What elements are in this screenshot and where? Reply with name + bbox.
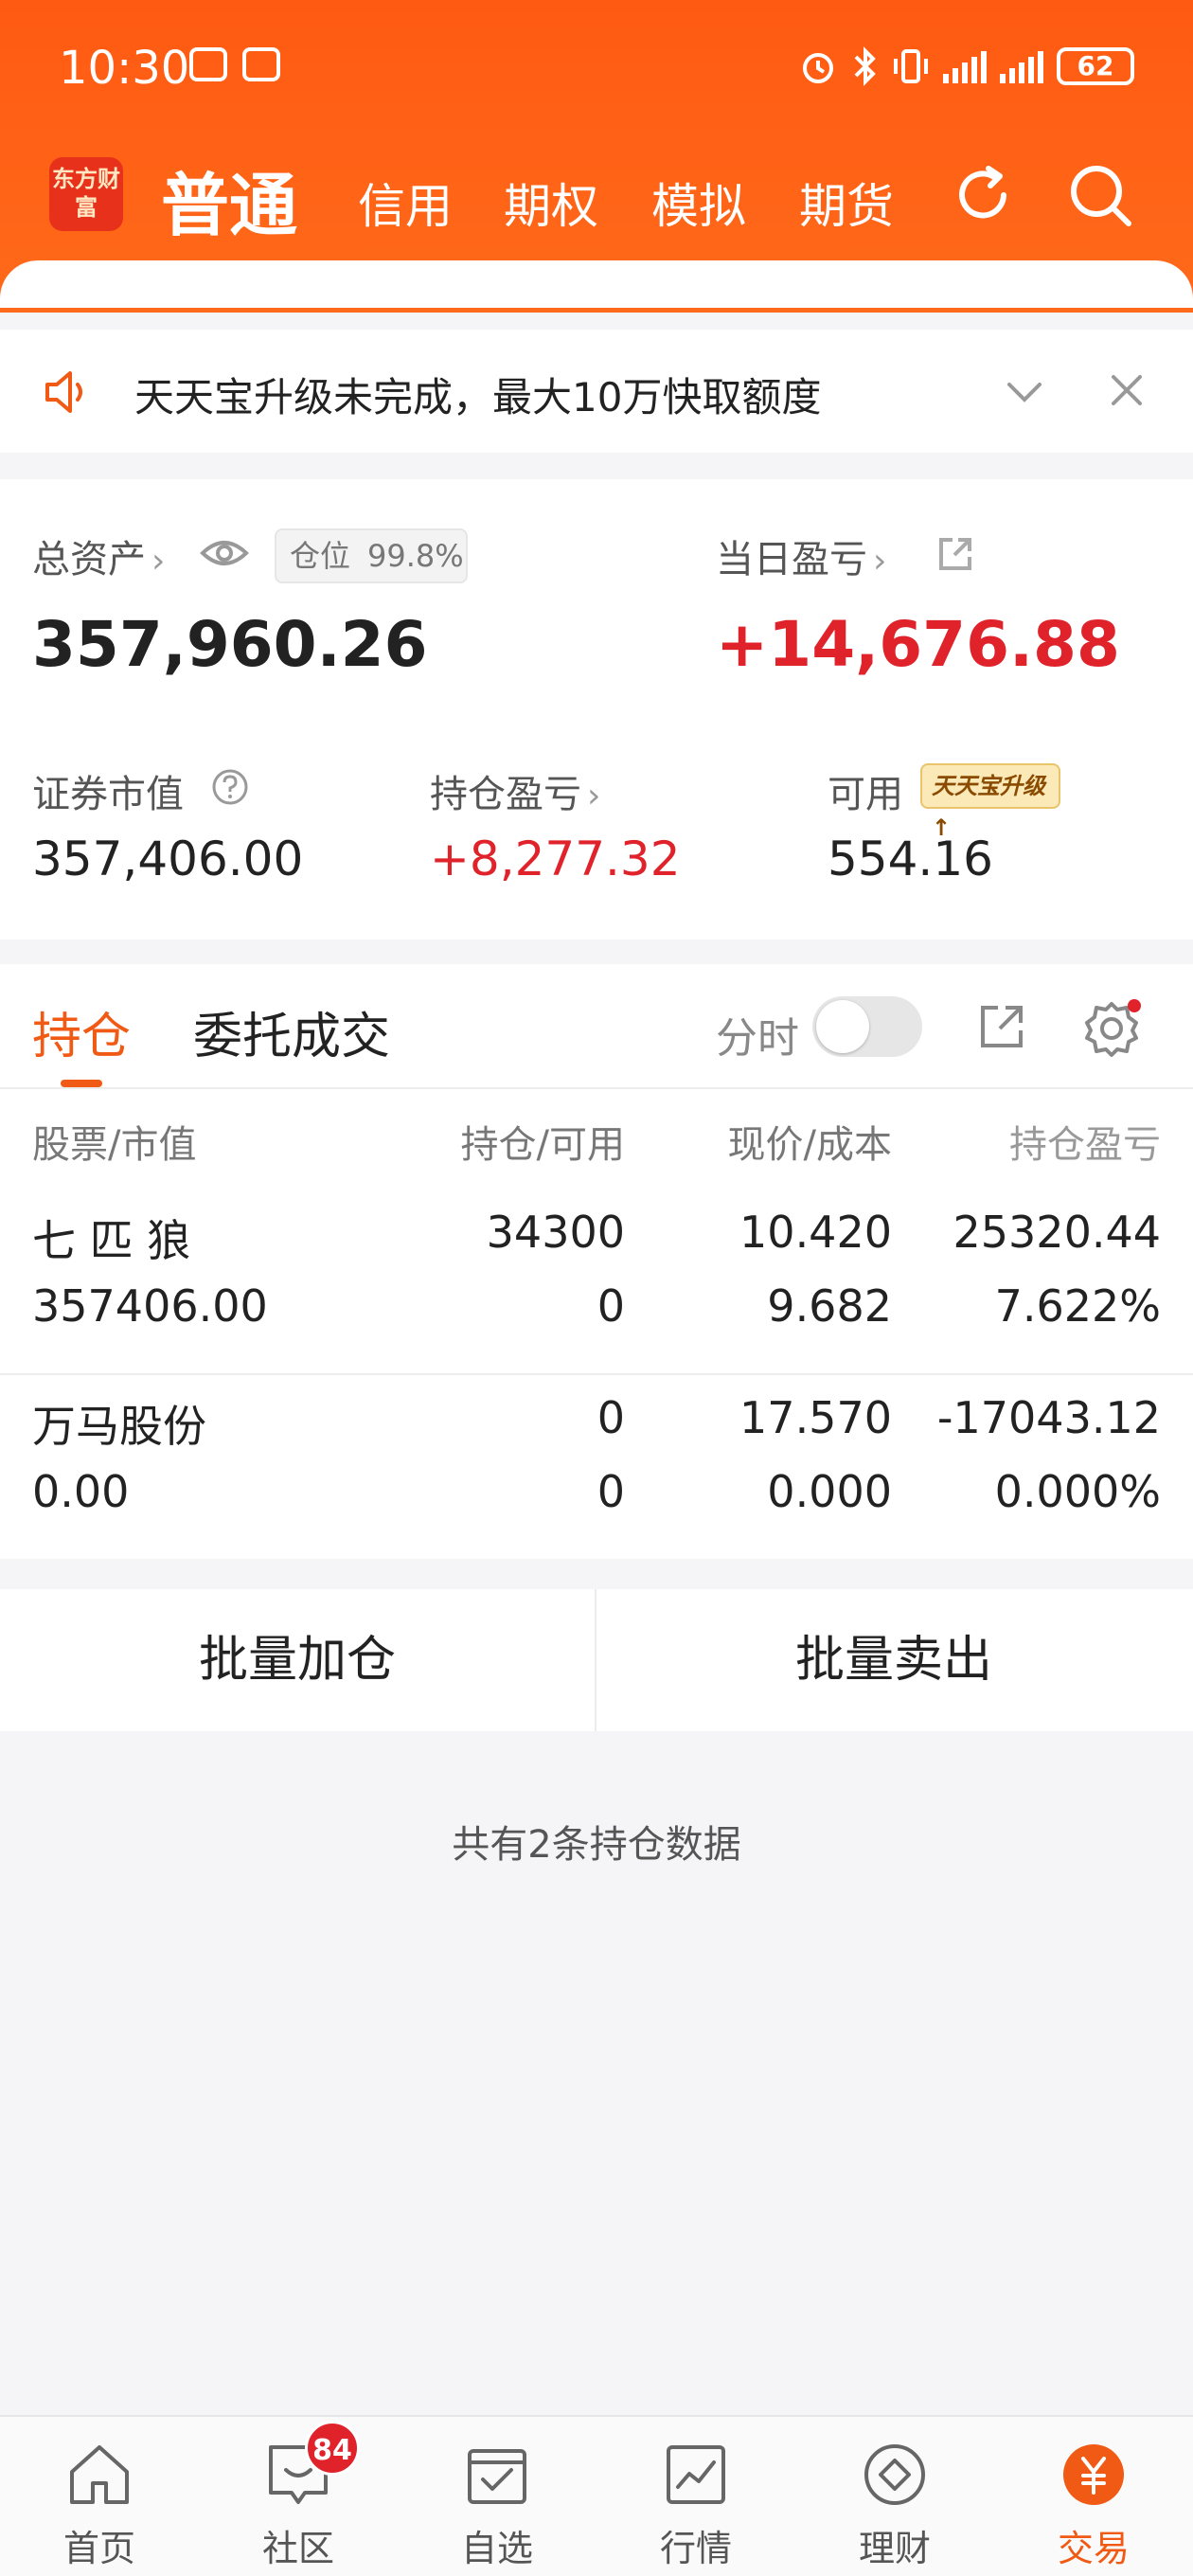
stock-cost: 0.000	[767, 1466, 892, 1517]
tab-watchlist[interactable]: 自选	[398, 2417, 596, 2576]
status-right-icons: 62	[797, 45, 1134, 87]
header-pl: 持仓盈亏	[1009, 1123, 1161, 1167]
total-assets-label[interactable]: 总资产 ›	[32, 528, 165, 583]
batch-sell-button[interactable]: 批量卖出	[596, 1589, 1191, 1731]
stock-pl: -17043.12	[936, 1392, 1161, 1443]
table-row[interactable]: 万马股份 0.00 0 0 17.570 0.000 -17043.12 0.0…	[0, 1373, 1193, 1559]
tab-indicator	[61, 1080, 102, 1087]
tab-wealth[interactable]: 理财	[795, 2417, 994, 2576]
holdings-count: 共有2条持仓数据	[452, 1823, 741, 1867]
checklist-icon	[468, 2449, 526, 2504]
available-value: 554.16	[828, 832, 993, 886]
close-icon[interactable]	[1104, 367, 1149, 413]
notice-text: 天天宝升级未完成，最大10万快取额度	[134, 374, 822, 420]
refresh-icon[interactable]	[947, 159, 1019, 231]
tab-normal[interactable]: 普通	[161, 150, 297, 249]
table-row[interactable]: 七 匹 狼 357406.00 34300 0 10.420 9.682 253…	[0, 1188, 1193, 1373]
account-nav: 东方财富 普通 信用 期权 模拟 期货	[0, 133, 1193, 275]
stock-avail: 0	[596, 1280, 625, 1332]
tab-holdings[interactable]: 持仓	[32, 996, 131, 1067]
tab-trade[interactable]: 交易	[994, 2417, 1193, 2576]
tab-label: 社区	[261, 2528, 334, 2569]
chart-icon	[667, 2445, 725, 2504]
batch-add-button[interactable]: 批量加仓	[0, 1589, 595, 1731]
tab-market[interactable]: 行情	[596, 2417, 795, 2576]
tab-label: 理财	[858, 2528, 931, 2569]
tab-label: 首页	[62, 2528, 135, 2569]
search-icon[interactable]	[1064, 159, 1136, 231]
time-share-label: 分时	[716, 1014, 799, 1063]
stock-market-value: 0.00	[32, 1466, 130, 1517]
market-value-label: 证券市值	[32, 773, 184, 816]
daily-pl-label[interactable]: 当日盈亏 ›	[716, 528, 886, 583]
market-value: 357,406.00	[32, 832, 304, 886]
signal-2-icon	[1000, 49, 1043, 83]
status-time: 10:30	[59, 42, 190, 95]
available-label: 可用	[828, 773, 903, 816]
header-price: 现价/成本	[727, 1123, 892, 1167]
holding-pl-label[interactable]: 持仓盈亏 ›	[430, 763, 600, 818]
content-card-top	[0, 260, 1193, 308]
status-left-icons	[189, 47, 280, 81]
stock-hold: 34300	[486, 1207, 625, 1258]
battery-icon: 62	[1057, 47, 1134, 85]
tab-options[interactable]: 期权	[504, 169, 598, 237]
batch-actions: 批量加仓 批量卖出	[0, 1589, 1193, 1731]
signal-icon	[943, 49, 987, 83]
stock-pl-pct: 7.622%	[994, 1280, 1161, 1332]
tab-label: 交易	[1057, 2528, 1130, 2569]
header-position: 持仓/可用	[460, 1123, 625, 1167]
message-icon	[189, 47, 227, 81]
chevron-down-icon[interactable]	[1002, 369, 1047, 415]
nfc-icon	[242, 47, 280, 81]
vibrate-icon	[894, 49, 928, 83]
upgrade-badge[interactable]: 天天宝升级 ↑	[920, 763, 1060, 841]
bluetooth-icon	[854, 46, 876, 86]
export-icon[interactable]	[975, 1000, 1028, 1053]
tab-home[interactable]: 首页	[0, 2417, 199, 2576]
settings-icon[interactable]	[1081, 998, 1142, 1059]
stock-name: 万马股份	[32, 1401, 206, 1452]
tab-label: 行情	[659, 2528, 732, 2569]
alarm-icon	[803, 53, 833, 83]
stock-price: 10.420	[739, 1207, 892, 1258]
asset-summary: 总资产 › 仓位 99.8% 357,960.26 当日盈亏 › +14,676.88…	[0, 479, 1193, 939]
stock-pl-pct: 0.000%	[994, 1466, 1161, 1517]
divider	[0, 1087, 1193, 1089]
stock-price: 17.570	[739, 1392, 892, 1443]
tab-orders[interactable]: 委托成交	[193, 996, 390, 1067]
stock-hold: 0	[596, 1392, 625, 1443]
stock-market-value: 357406.00	[32, 1280, 268, 1332]
tab-credit[interactable]: 信用	[358, 169, 453, 237]
home-icon	[70, 2445, 129, 2504]
holding-pl-value: +8,277.32	[430, 832, 681, 886]
tab-label: 自选	[460, 2528, 533, 2569]
position-ratio-badge: 仓位 99.8%	[275, 528, 468, 583]
watchlist-badge: 84	[305, 2421, 360, 2476]
stock-name: 七 匹 狼	[32, 1215, 191, 1266]
stock-cost: 9.682	[767, 1280, 892, 1332]
tab-futures[interactable]: 期货	[799, 169, 894, 237]
eye-icon[interactable]	[199, 534, 250, 572]
status-bar: 10:30 62	[0, 0, 1193, 133]
stock-avail: 0	[596, 1466, 625, 1517]
speaker-icon	[45, 371, 82, 413]
help-icon[interactable]	[210, 767, 250, 807]
diamond-icon	[864, 2444, 925, 2505]
holdings-panel: 持仓 委托成交 分时 股票/市值 持仓/可用 现价/成本 持仓盈亏 七 匹 狼 …	[0, 964, 1193, 1559]
total-assets-value: 357,960.26	[32, 608, 428, 681]
app-logo: 东方财富	[49, 157, 123, 231]
bottom-tab-bar: 首页 社区 自选 行情 理财 交易	[0, 2415, 1193, 2576]
header-stock: 股票/市值	[32, 1123, 197, 1167]
tab-community[interactable]: 社区	[199, 2417, 398, 2576]
stock-pl: 25320.44	[953, 1207, 1162, 1258]
daily-pl-value: +14,676.88	[716, 608, 1120, 681]
tab-simulated[interactable]: 模拟	[651, 169, 746, 237]
share-icon[interactable]	[935, 534, 975, 574]
yuan-icon	[1063, 2444, 1124, 2505]
time-share-toggle[interactable]	[812, 996, 922, 1057]
notice-bar[interactable]: 天天宝升级未完成，最大10万快取额度	[0, 330, 1193, 453]
